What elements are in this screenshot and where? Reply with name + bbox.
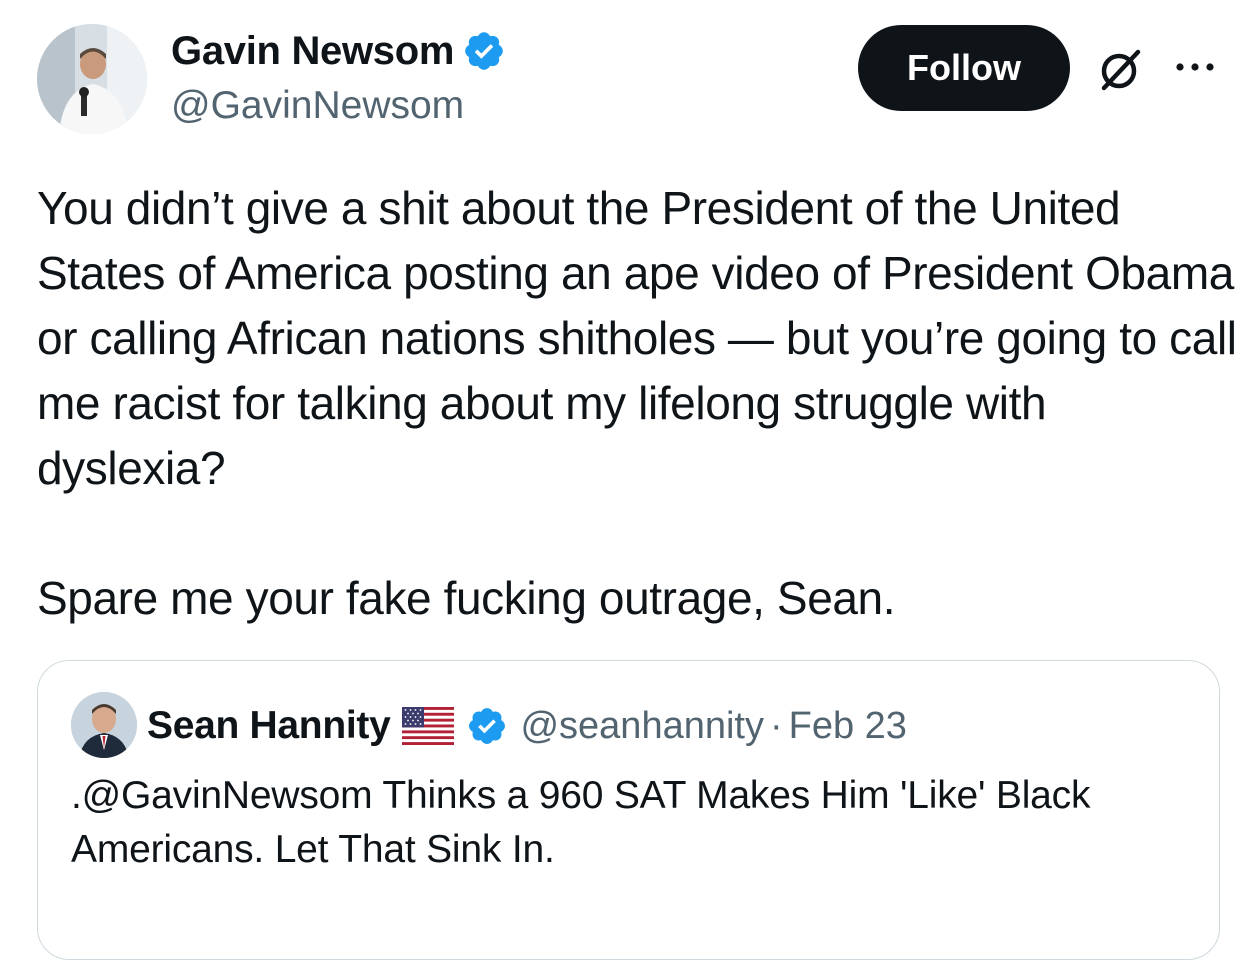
separator-dot: · <box>769 704 783 747</box>
tweet-text: You didn’t give a shit about the Preside… <box>37 182 1237 624</box>
author-name-row: Gavin Newsom <box>171 28 506 74</box>
grok-icon[interactable] <box>1094 44 1146 96</box>
quoted-tweet-header: Sean Hannity @seanhannity · Feb 23 <box>147 701 907 751</box>
verified-badge-icon[interactable] <box>462 29 506 73</box>
quoted-author-avatar-image <box>71 692 137 758</box>
us-flag-icon <box>402 707 455 745</box>
quoted-tweet-card[interactable]: Sean Hannity @seanhannity · Feb 23 .@Gav… <box>37 660 1220 960</box>
more-horizontal-icon[interactable] <box>1170 52 1220 82</box>
author-display-name[interactable]: Gavin Newsom <box>171 28 454 74</box>
author-avatar-image <box>37 24 147 134</box>
quoted-author-name[interactable]: Sean Hannity <box>147 704 391 748</box>
author-avatar[interactable] <box>37 24 147 134</box>
quoted-tweet-date[interactable]: Feb 23 <box>789 705 907 748</box>
quoted-author-handle[interactable]: @seanhannity <box>520 705 764 748</box>
quoted-author-avatar[interactable] <box>71 692 137 758</box>
follow-button[interactable]: Follow <box>858 25 1070 111</box>
author-handle[interactable]: @GavinNewsom <box>171 84 464 128</box>
quoted-verified-badge-icon[interactable] <box>466 705 508 747</box>
quoted-tweet-text: .@GavinNewsom Thinks a 960 SAT Makes Him… <box>71 774 1091 871</box>
